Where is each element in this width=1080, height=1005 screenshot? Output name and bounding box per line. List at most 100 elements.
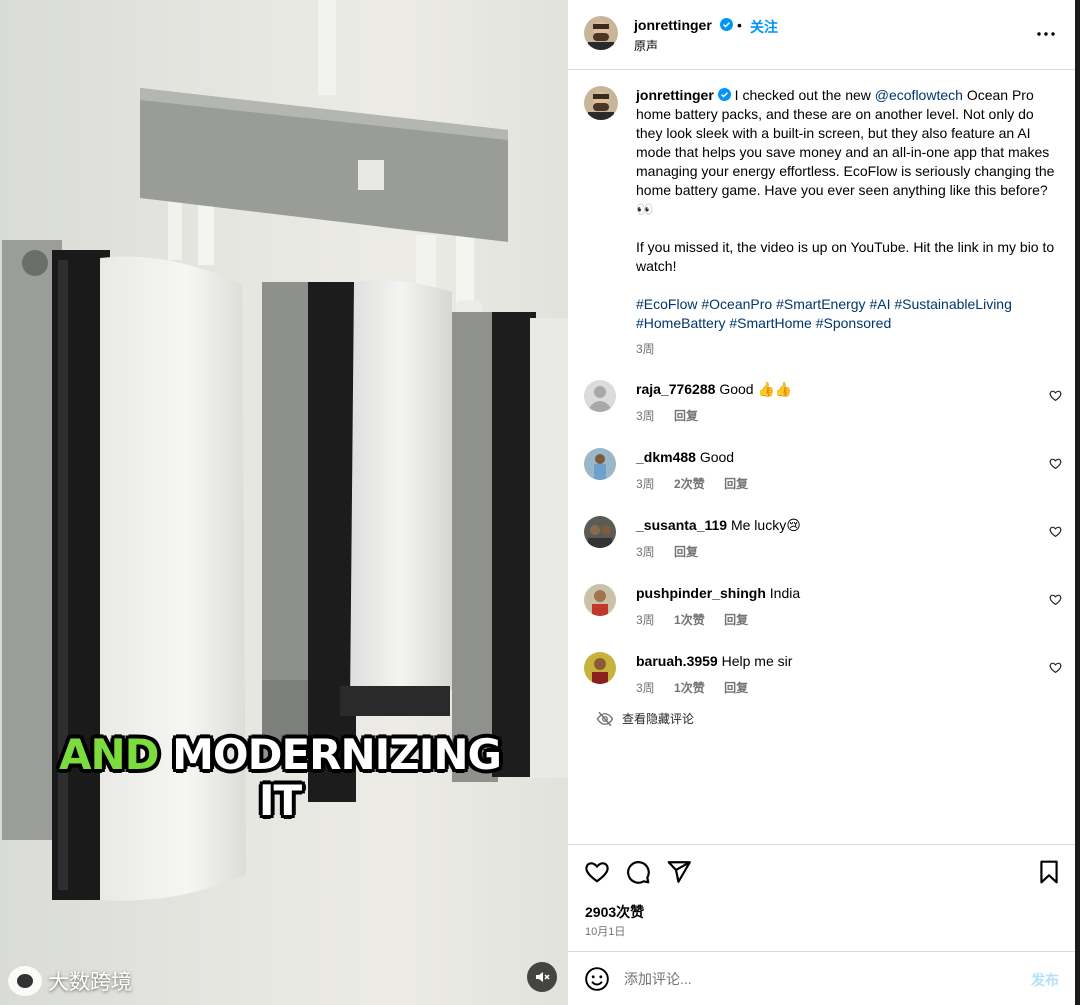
commenter-avatar[interactable] — [584, 652, 616, 684]
watermark: 大数跨境 — [8, 966, 132, 996]
comment-likes[interactable]: 2次赞 — [674, 477, 705, 491]
verified-badge-icon — [719, 18, 733, 31]
background-edge — [1075, 0, 1080, 1005]
comment-like-icon[interactable] — [1049, 457, 1062, 470]
author-username[interactable]: jonrettinger — [634, 17, 733, 33]
post-video[interactable]: AND MODERNIZING IT 大数跨境 — [0, 0, 568, 1005]
more-horizontal-icon[interactable] — [1034, 22, 1058, 46]
eye-off-icon — [596, 711, 614, 726]
post-details-panel: jonrettinger • 关注 原声 jonrettinger I chec… — [568, 0, 1075, 1005]
comment-reply-button[interactable]: 回复 — [724, 681, 748, 695]
post-date[interactable]: 10月1日 — [585, 923, 625, 939]
comment-item: baruah.3959 Help me sir 3周 1次赞 回复 — [584, 652, 1064, 708]
emoji-icon[interactable] — [584, 966, 610, 992]
commenter-avatar-image — [584, 584, 616, 616]
comment-time[interactable]: 3周 — [636, 545, 655, 559]
comment-meta: 3周 回复 — [636, 543, 714, 560]
comment-body: Good — [699, 449, 735, 465]
comment-reply-button[interactable]: 回复 — [674, 409, 698, 423]
comment-item: pushpinder_shingh India 3周 1次赞 回复 — [584, 584, 1064, 640]
comment-like-icon[interactable] — [1049, 593, 1062, 606]
caption-line2: IT — [258, 776, 302, 825]
comment-username[interactable]: baruah.3959 — [636, 653, 718, 669]
bookmark-icon[interactable] — [1036, 859, 1062, 885]
likes-count[interactable]: 2903次赞 — [585, 902, 644, 922]
caption-word: MODERNIZING — [172, 730, 502, 779]
comment-meta: 3周 1次赞 回复 — [636, 679, 764, 696]
author-avatar[interactable] — [584, 16, 618, 50]
post-actions: 2903次赞 10月1日 — [568, 844, 1075, 952]
mention-link[interactable]: @ecoflowtech — [875, 87, 963, 103]
mute-button[interactable] — [527, 962, 557, 992]
comment-item: _susanta_119 Me lucky😢 3周 回复 — [584, 516, 1064, 572]
comment-meta: 3周 回复 — [636, 407, 714, 424]
comment-time[interactable]: 3周 — [636, 477, 655, 491]
comment-input[interactable] — [624, 967, 1014, 991]
commenter-avatar-image — [584, 652, 616, 684]
caption-paragraph-2: If you missed it, the video is up on You… — [636, 239, 1055, 274]
commenter-avatar[interactable] — [584, 584, 616, 616]
comment-reply-button[interactable]: 回复 — [724, 613, 748, 627]
comment-like-icon[interactable] — [1049, 389, 1062, 402]
comment-body: Help me sir — [721, 653, 793, 669]
share-icon[interactable] — [666, 859, 692, 885]
watermark-logo-icon — [8, 966, 42, 996]
separator-dot: • — [737, 17, 742, 33]
speaker-muted-icon — [536, 972, 550, 982]
original-audio-label[interactable]: 原声 — [634, 37, 658, 54]
verified-badge-icon — [717, 88, 731, 101]
caption-body-rest: Ocean Pro home battery packs, and these … — [636, 87, 1055, 217]
post-header: jonrettinger • 关注 原声 — [568, 0, 1075, 70]
comment-time[interactable]: 3周 — [636, 409, 655, 423]
view-hidden-comments-button[interactable]: 查看隐藏评论 — [596, 710, 694, 727]
comment-like-icon[interactable] — [1049, 525, 1062, 538]
comment-text: _susanta_119 Me lucky😢 — [636, 517, 801, 534]
comment-username[interactable]: _susanta_119 — [636, 517, 727, 533]
comment-like-icon[interactable] — [1049, 661, 1062, 674]
comment-reply-button[interactable]: 回复 — [724, 477, 748, 491]
comment-body: Me lucky😢 — [730, 517, 801, 533]
caption-body-start: I checked out the new — [734, 87, 871, 103]
comment-username[interactable]: _dkm488 — [636, 449, 696, 465]
caption-author-avatar[interactable] — [584, 86, 618, 120]
commenter-avatar[interactable] — [584, 448, 616, 480]
commenter-avatar[interactable] — [584, 380, 616, 412]
commenter-avatar-image — [584, 516, 616, 548]
comment-text: baruah.3959 Help me sir — [636, 653, 792, 669]
caption-username[interactable]: jonrettinger — [636, 87, 714, 103]
caption-accent-word: AND — [58, 730, 160, 779]
instagram-post-modal: AND MODERNIZING IT 大数跨境 jonrettinger • 关… — [0, 0, 1080, 1005]
comment-text: _dkm488 Good — [636, 449, 734, 465]
comment-likes[interactable]: 1次赞 — [674, 613, 705, 627]
comment-body: Good 👍👍 — [719, 381, 793, 397]
comment-body: India — [769, 585, 801, 601]
heart-icon[interactable] — [584, 859, 610, 885]
comment-reply-button[interactable]: 回复 — [674, 545, 698, 559]
comment-text: pushpinder_shingh India — [636, 585, 800, 601]
commenter-avatar-image — [584, 448, 616, 480]
caption-hashtags[interactable]: #EcoFlow #OceanPro #SmartEnergy #AI #Sus… — [636, 295, 1056, 333]
comment-item: raja_776288 Good 👍👍 3周 回复 — [584, 380, 1064, 436]
video-frame — [2, 0, 568, 901]
comment-time[interactable]: 3周 — [636, 681, 655, 695]
comment-icon[interactable] — [625, 859, 651, 885]
comment-meta: 3周 2次赞 回复 — [636, 475, 764, 492]
comment-username[interactable]: pushpinder_shingh — [636, 585, 766, 601]
watermark-text: 大数跨境 — [48, 971, 132, 994]
commenter-avatar[interactable] — [584, 516, 616, 548]
add-comment-bar: 发布 — [568, 951, 1075, 1005]
author-username-text[interactable]: jonrettinger — [634, 17, 712, 33]
follow-button[interactable]: 关注 — [750, 17, 778, 37]
default-avatar-icon — [584, 380, 616, 412]
caption-timestamp[interactable]: 3周 — [636, 340, 655, 357]
author-avatar-image — [584, 16, 618, 50]
comment-username[interactable]: raja_776288 — [636, 381, 715, 397]
comment-likes[interactable]: 1次赞 — [674, 681, 705, 695]
video-caption: AND MODERNIZING IT — [40, 732, 520, 824]
comment-time[interactable]: 3周 — [636, 613, 655, 627]
view-hidden-comments-label[interactable]: 查看隐藏评论 — [622, 710, 694, 727]
post-comment-button[interactable]: 发布 — [1031, 970, 1059, 990]
comment-item: _dkm488 Good 3周 2次赞 回复 — [584, 448, 1064, 504]
caption-author-avatar-image — [584, 86, 618, 120]
comment-text: raja_776288 Good 👍👍 — [636, 381, 792, 398]
